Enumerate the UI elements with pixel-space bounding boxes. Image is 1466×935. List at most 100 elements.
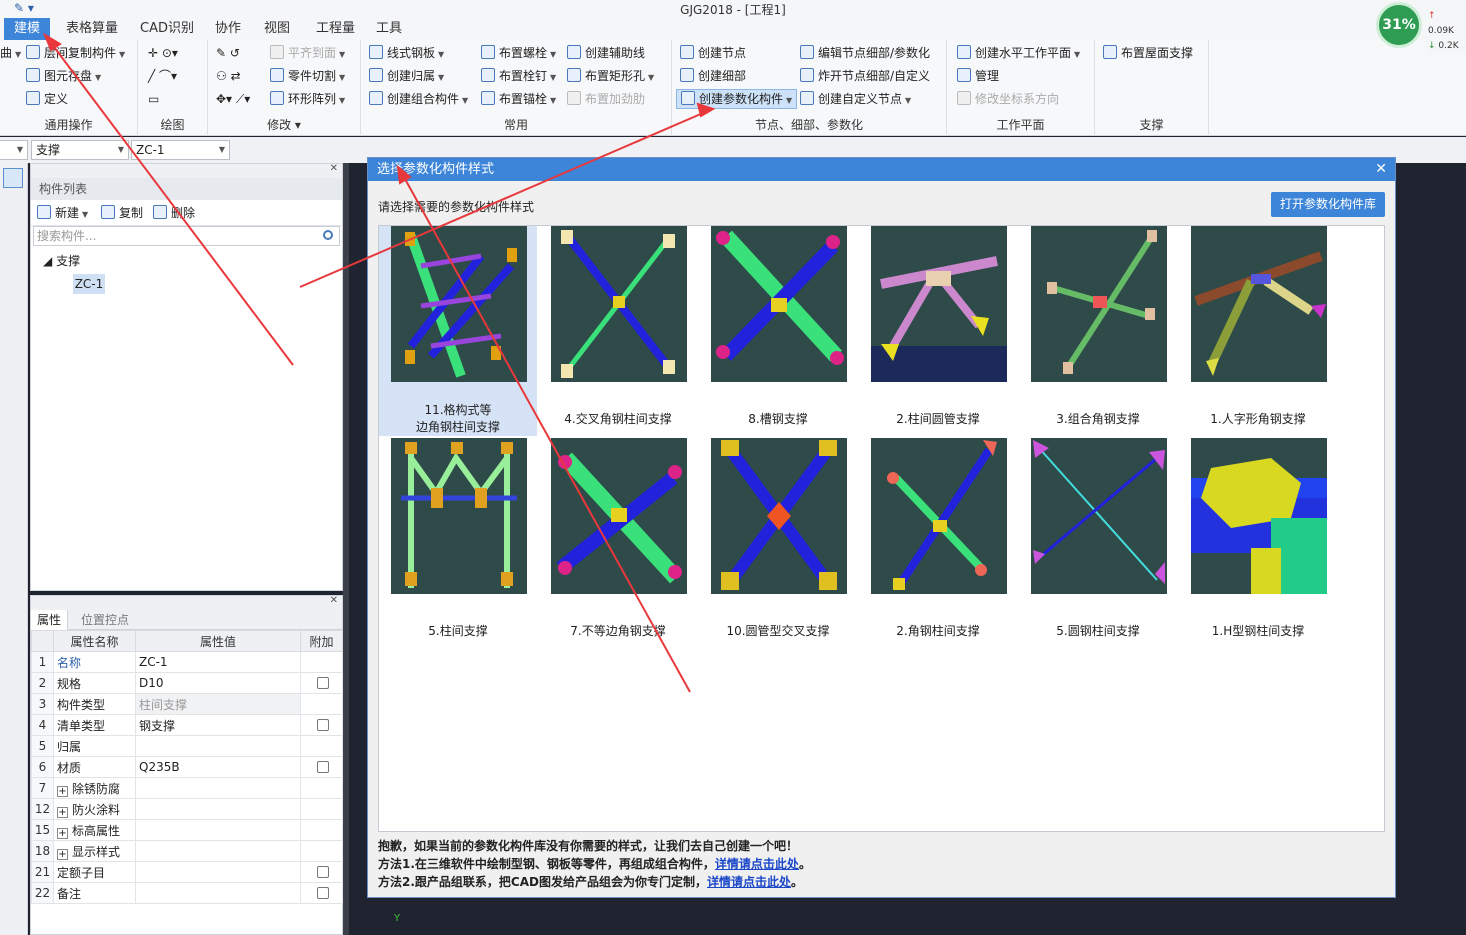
component-combo[interactable]: ZC-1 ▼ [131,140,230,160]
create-assembly-button[interactable]: 创建组合构件 ▼ [369,89,468,109]
close-icon[interactable]: ✕ [330,163,338,174]
details-link-2[interactable]: 详情请点击此处 [707,875,791,889]
details-link-1[interactable]: 详情请点击此处 [715,857,799,871]
line-draw-icon[interactable]: ╱ ⌒▾ [148,66,177,86]
create-node-button[interactable]: 创建节点 [680,43,746,63]
table-row[interactable]: 7 + 除锈防腐 [31,777,343,799]
tab-position-control[interactable]: 位置控点 [75,610,135,630]
prop-value[interactable] [135,735,301,757]
prop-value[interactable] [135,798,301,820]
cpu-badge[interactable]: 31% [1376,2,1422,48]
panel-splitter[interactable] [343,163,349,935]
tab-modeling[interactable]: 建模 [4,18,51,40]
style-card[interactable]: 1.人字形角钢支撑 [1179,226,1337,436]
expand-arrow-icon[interactable]: ◢ [43,254,52,268]
style-card[interactable]: 5.柱间支撑 [379,438,537,648]
table-row[interactable]: 3 构件类型 柱间支撑 [31,693,343,715]
style-card[interactable]: 5.圆钢柱间支撑 [1019,438,1177,648]
table-row[interactable]: 22 备注 [31,882,343,904]
prop-value[interactable]: D10 [135,672,301,694]
table-row[interactable]: 12 + 防火涂料 [31,798,343,820]
tab-properties[interactable]: 属性 [31,610,69,630]
prop-value[interactable]: ZC-1 [135,651,301,673]
tab-tools[interactable]: 工具 [366,18,412,40]
expand-icon[interactable]: + [57,848,68,860]
part-cut-button[interactable]: 零件切割 ▼ [270,66,345,86]
layer-copy-button[interactable]: 层间复制构件 ▼ [26,43,125,63]
prop-value[interactable] [135,777,301,799]
move-icon[interactable]: ✥▾ ⟋▾ [216,89,250,109]
flush-face-button[interactable]: 平齐到面 ▼ [270,43,345,63]
style-card[interactable]: 7.不等边角钢支撑 [539,438,697,648]
tab-table-calc[interactable]: 表格算量 [56,18,128,40]
attach-checkbox[interactable] [317,677,329,689]
style-card[interactable]: 10.圆管型交叉支撑 [699,438,857,648]
prop-value[interactable]: 钢支撑 [135,714,301,736]
tab-collaboration[interactable]: 协作 [205,18,251,40]
attach-checkbox[interactable] [317,866,329,878]
attach-checkbox[interactable] [317,719,329,731]
place-rect-hole-button[interactable]: 布置矩形孔 ▼ [567,66,654,86]
copy-button[interactable]: 复制 [101,203,143,223]
prop-value[interactable] [135,882,301,904]
table-row[interactable]: 5 归属 [31,735,343,757]
tab-quantity[interactable]: 工程量 [306,18,365,40]
close-icon[interactable]: ✕ [330,595,338,606]
prop-value[interactable]: Q235B [135,756,301,778]
table-row[interactable]: 15 + 标高属性 [31,819,343,841]
node-edit-icon[interactable]: ⚇ ⇄ [216,66,241,86]
expand-icon[interactable]: + [57,827,68,839]
tree-node-zc1[interactable]: ZC-1 [73,274,105,294]
ring-array-button[interactable]: 环形阵列 ▼ [270,89,345,109]
create-guide-line-button[interactable]: 创建辅助线 [567,43,645,63]
category-combo[interactable]: 支撑 ▼ [31,140,129,160]
prop-value[interactable] [135,861,301,883]
delete-button[interactable]: 删除 [153,203,195,223]
style-card[interactable]: 2.柱间圆管支撑 [859,226,1017,436]
curve-button[interactable]: 曲 ▼ [0,43,21,63]
attach-checkbox[interactable] [317,761,329,773]
brush-icon[interactable]: ✎ ↺ [216,43,240,63]
line-plate-button[interactable]: 线式钢板 ▼ [369,43,444,63]
table-row[interactable]: 6 材质 Q235B [31,756,343,778]
modify-coord-button[interactable]: 修改坐标系方向 [957,89,1059,109]
attach-checkbox[interactable] [317,887,329,899]
open-library-button[interactable]: 打开参数化构件库 [1271,192,1385,217]
prop-value[interactable] [135,840,301,862]
table-row[interactable]: 4 清单类型 钢支撑 [31,714,343,736]
prop-value[interactable] [135,819,301,841]
table-row[interactable]: 2 规格 D10 [31,672,343,694]
save-element-button[interactable]: 图元存盘 ▼ [26,66,101,86]
new-button[interactable]: 新建 ▼ [37,203,88,223]
search-icon[interactable] [323,230,333,240]
expand-icon[interactable]: + [57,806,68,818]
point-draw-icon[interactable]: ✛ ⊙▾ [148,43,178,63]
place-stiffener-button[interactable]: 布置加劲肋 [567,89,645,109]
table-row[interactable]: 1 名称 ZC-1 [31,651,343,673]
style-card[interactable]: 4.交叉角钢柱间支撑 [539,226,697,436]
panel-toggle-icon[interactable] [3,168,23,188]
place-roof-support-button[interactable]: 布置屋面支撑 [1103,43,1193,63]
tab-cad-recognition[interactable]: CAD识别 [130,18,204,40]
table-row[interactable]: 18 + 显示样式 [31,840,343,862]
search-input[interactable]: 搜索构件... [33,226,340,246]
table-row[interactable]: 21 定额子目 [31,861,343,883]
create-custom-node-button[interactable]: 创建自定义节点 ▼ [800,89,911,109]
define-button[interactable]: 定义 [26,89,68,109]
style-card[interactable]: 1.H型钢柱间支撑 [1179,438,1337,648]
manage-button[interactable]: 管理 [957,66,999,86]
expand-icon[interactable]: + [57,785,68,797]
edit-node-detail-button[interactable]: 编辑节点细部/参数化 [800,43,930,63]
rect-draw-icon[interactable]: ▭ [148,89,159,109]
place-stud-button[interactable]: 布置栓钉 ▼ [481,66,556,86]
style-card[interactable]: 11.格构式等 边角钢柱间支撑 [379,226,537,436]
create-detail-button[interactable]: 创建细部 [680,66,746,86]
style-card[interactable]: 3.组合角钢支撑 [1019,226,1177,436]
floor-combo[interactable]: ▼ [0,140,28,160]
tab-view[interactable]: 视图 [254,18,300,40]
dialog-close-icon[interactable]: ✕ [1375,158,1387,181]
tree-node-support[interactable]: ◢ 支撑 [43,252,80,269]
place-bolt-button[interactable]: 布置螺栓 ▼ [481,43,556,63]
create-workplane-button[interactable]: 创建水平工作平面 ▼ [957,43,1080,63]
create-owner-button[interactable]: 创建归属 ▼ [369,66,444,86]
